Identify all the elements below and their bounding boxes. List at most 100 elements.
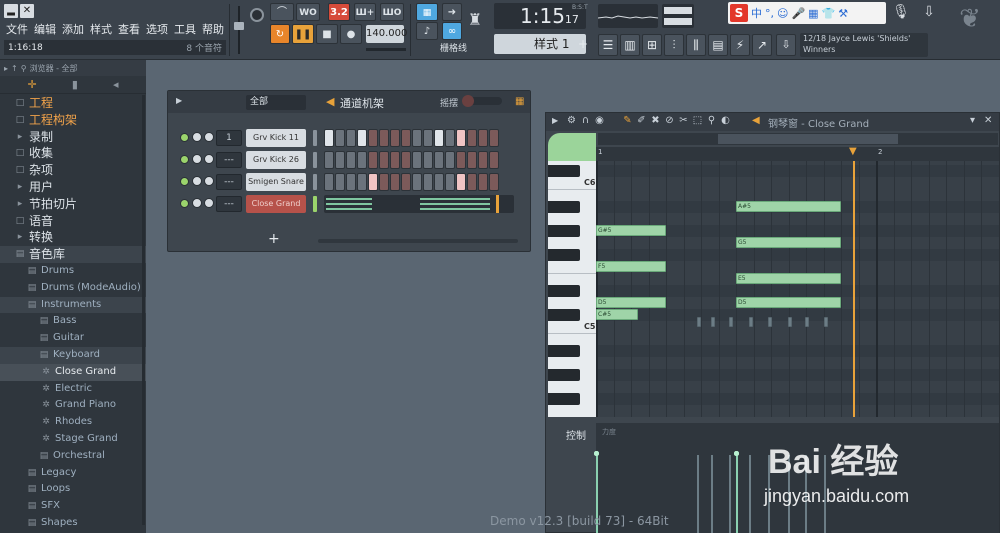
- black-key[interactable]: [548, 345, 580, 357]
- channel-volume-knob[interactable]: [204, 176, 214, 186]
- step-button[interactable]: [357, 173, 367, 191]
- menu-item-7[interactable]: 帮助: [202, 21, 224, 37]
- browser-item[interactable]: ▤ SFX: [0, 498, 146, 515]
- voice-icon[interactable]: 🎤: [791, 7, 805, 20]
- plug-icon[interactable]: ⚡: [730, 34, 750, 56]
- loop-record-button[interactable]: ШО: [380, 3, 404, 21]
- up-icon[interactable]: ↑: [11, 64, 18, 73]
- stop-button[interactable]: ■: [316, 24, 338, 44]
- step-button[interactable]: [423, 151, 433, 169]
- step-button[interactable]: [434, 173, 444, 191]
- piano-note[interactable]: D5: [596, 297, 666, 308]
- piano-note[interactable]: D5: [736, 297, 841, 308]
- black-key[interactable]: [548, 369, 580, 381]
- step-button[interactable]: [335, 129, 345, 147]
- channel-name-button[interactable]: Smigen Snare 1: [246, 173, 306, 204]
- channel-mixer-track[interactable]: ---: [216, 174, 242, 190]
- arrow-icon[interactable]: ▸: [4, 64, 8, 73]
- channel-pan-knob[interactable]: [192, 154, 202, 164]
- menu-arrow-icon[interactable]: ▶: [176, 96, 182, 105]
- channel-mixer-track[interactable]: 1: [216, 130, 242, 146]
- step-button[interactable]: [324, 151, 334, 169]
- play-pause-button[interactable]: ❚❚: [292, 24, 314, 44]
- emoji-icon[interactable]: ☺: [777, 7, 788, 20]
- piano-roll-preview[interactable]: [324, 195, 514, 213]
- channel-mute-led[interactable]: [180, 133, 189, 142]
- step-button[interactable]: [489, 129, 499, 147]
- step-button[interactable]: [390, 129, 400, 147]
- wait-for-input-button[interactable]: WO: [296, 3, 320, 21]
- faders-icon[interactable]: ⫼: [686, 34, 706, 56]
- step-button[interactable]: [335, 173, 345, 191]
- skin-icon[interactable]: 👕: [822, 7, 836, 20]
- browser-scrollbar[interactable]: [142, 95, 145, 525]
- microphone-icon[interactable]: 🎙: [892, 4, 910, 26]
- settings-icon[interactable]: ⚒: [838, 7, 848, 20]
- black-key[interactable]: [548, 285, 580, 297]
- browser-icon[interactable]: ▤: [708, 34, 728, 56]
- browser-item[interactable]: ✲ Electric: [0, 381, 146, 398]
- pattern-song-toggle[interactable]: ↻: [270, 24, 290, 44]
- playlist-icon[interactable]: ☰: [598, 34, 618, 56]
- black-key[interactable]: [548, 249, 580, 261]
- channel-filter-select[interactable]: 全部: [246, 95, 306, 110]
- step-button[interactable]: [423, 173, 433, 191]
- delete-icon[interactable]: ✖: [650, 115, 661, 126]
- browser-item[interactable]: □ 工程: [0, 95, 146, 112]
- channel-volume-knob[interactable]: [204, 198, 214, 208]
- step-button[interactable]: [379, 151, 389, 169]
- channel-name-button[interactable]: Grv Kick 11: [246, 129, 306, 147]
- time-ruler[interactable]: 12: [596, 147, 999, 161]
- browser-item[interactable]: ▤ 音色库: [0, 246, 146, 263]
- add-pattern-button[interactable]: +: [578, 34, 592, 54]
- playhead-marker-icon[interactable]: ▼: [849, 147, 859, 157]
- browser-item[interactable]: ▤ Drums: [0, 263, 146, 280]
- grid-menu-icon[interactable]: ▦: [515, 96, 524, 107]
- tempo-field[interactable]: 140.000: [366, 25, 407, 43]
- file-icon[interactable]: ▮: [72, 78, 78, 91]
- channel-pan-knob[interactable]: [192, 132, 202, 142]
- menu-item-2[interactable]: 添加: [62, 21, 84, 37]
- keyboard-icon[interactable]: ▦: [808, 7, 818, 20]
- stamp-icon[interactable]: ♜: [466, 4, 484, 36]
- step-button[interactable]: [489, 173, 499, 191]
- step-button[interactable]: [467, 129, 477, 147]
- piano-roll-icon[interactable]: ▥: [620, 34, 640, 56]
- step-button[interactable]: [478, 173, 488, 191]
- browser-item[interactable]: ▤ Instruments: [0, 296, 146, 314]
- step-button[interactable]: [434, 129, 444, 147]
- piano-note[interactable]: G5: [736, 237, 841, 248]
- step-button[interactable]: [456, 151, 466, 169]
- channel-mute-led[interactable]: [180, 177, 189, 186]
- record-button[interactable]: ●: [340, 24, 362, 44]
- browser-item[interactable]: ▤ Drums (ModeAudio): [0, 280, 146, 297]
- channel-select-indicator[interactable]: [313, 130, 317, 146]
- magnet-icon[interactable]: ∩: [580, 115, 591, 126]
- control-label[interactable]: 控制: [566, 427, 586, 442]
- step-button[interactable]: [346, 129, 356, 147]
- step-button[interactable]: [324, 129, 334, 147]
- browser-item[interactable]: ▸ 用户: [0, 179, 146, 196]
- step-button[interactable]: [324, 173, 334, 191]
- step-button[interactable]: [478, 151, 488, 169]
- step-button[interactable]: [368, 151, 378, 169]
- snap-icon[interactable]: ✛: [28, 78, 37, 91]
- brush-icon[interactable]: ✐: [636, 115, 647, 126]
- pencil-icon[interactable]: ✎: [622, 115, 633, 126]
- playback-icon[interactable]: ◐: [720, 115, 731, 126]
- channel-volume-knob[interactable]: [204, 154, 214, 164]
- tools-icon[interactable]: ↗: [752, 34, 772, 56]
- step-button[interactable]: [434, 151, 444, 169]
- slice-icon[interactable]: ✂: [678, 115, 689, 126]
- menu-item-3[interactable]: 样式: [90, 21, 112, 37]
- black-key[interactable]: [548, 393, 580, 405]
- channel-mute-led[interactable]: [180, 155, 189, 164]
- step-button[interactable]: [379, 173, 389, 191]
- browser-item[interactable]: □ 杂项: [0, 162, 146, 179]
- browser-item[interactable]: ▤ Shapes: [0, 515, 146, 532]
- browser-item[interactable]: ▤ Guitar: [0, 330, 146, 347]
- mute-icon[interactable]: ⊘: [664, 115, 675, 126]
- step-button[interactable]: [401, 173, 411, 191]
- master-pitch-knob[interactable]: [250, 8, 264, 22]
- piano-note[interactable]: G#5: [596, 225, 666, 236]
